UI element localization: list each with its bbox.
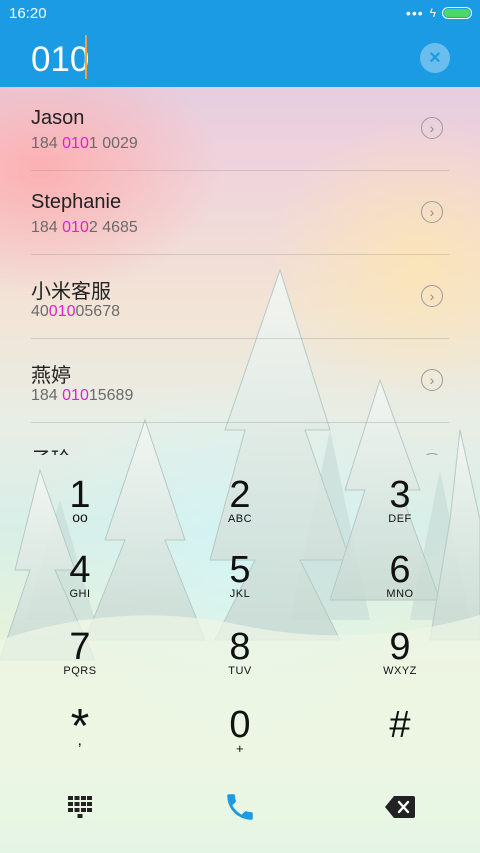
search-results-list: Jason 184 0101 0029 › Stephanie 184 0102… [0,87,480,455]
signal-dots-icon: ••• [405,5,424,21]
result-row-ziling[interactable]: 子玲 › [0,423,480,455]
status-time: 16:20 [9,5,47,22]
contact-name: Jason [31,107,85,129]
backspace-icon [385,796,415,818]
dial-key-1[interactable]: 1 ᴏᴏ [10,475,150,545]
phone-icon [227,794,253,820]
dial-key-5[interactable]: 5 JKL [170,550,310,620]
contact-number: 184 01015689 [31,387,134,404]
clear-input-button[interactable]: × [420,43,450,73]
backspace-button[interactable] [375,787,425,827]
result-row-xiaomi-service[interactable]: 小米客服 4001005678 › [0,255,480,339]
dial-key-8[interactable]: 8 TUV [170,627,310,697]
dialpad-toggle-button[interactable] [55,785,105,829]
dial-key-3[interactable]: 3 DEF [330,475,470,545]
dial-key-6[interactable]: 6 MNO [330,550,470,620]
contact-name: Stephanie [31,191,122,213]
result-row-jason[interactable]: Jason 184 0101 0029 › [0,87,480,171]
dial-key-hash[interactable]: # [330,705,470,775]
contact-name: 小米客服 [31,281,111,303]
call-button[interactable] [215,782,265,832]
contact-number: 184 0101 0029 [31,135,138,152]
result-row-yanting[interactable]: 燕婷 184 01015689 › [0,339,480,423]
number-match-highlight: 010 [62,219,89,236]
dial-key-0[interactable]: 0 + [170,705,310,775]
charging-icon: ϟ [429,6,436,20]
contact-name: 燕婷 [31,365,71,387]
number-match-highlight: 010 [48,303,76,320]
chevron-right-icon[interactable]: › [421,201,443,223]
chevron-right-icon[interactable]: › [421,117,443,139]
dialpad-grid-icon [68,796,92,818]
chevron-right-icon[interactable]: › [421,285,443,307]
dial-key-star[interactable]: * , [10,703,150,775]
contact-number: 4001005678 [31,303,120,320]
dial-key-9[interactable]: 9 WXYZ [330,627,470,697]
chevron-right-icon[interactable]: › [421,369,443,391]
text-cursor [85,35,87,79]
contact-name: 子玲 [31,443,71,455]
dial-key-2[interactable]: 2 ABC [170,475,310,545]
result-row-stephanie[interactable]: Stephanie 184 0102 4685 › [0,171,480,255]
voicemail-icon: ᴏᴏ [72,509,88,525]
contact-number: 184 0102 4685 [31,219,138,236]
status-icons: ••• ϟ [406,5,472,21]
number-match-highlight: 010 [62,387,89,404]
close-icon: × [429,47,441,69]
dial-input[interactable]: 010 [31,38,89,82]
dial-key-7[interactable]: 7 PQRS [10,627,150,697]
battery-icon [442,7,472,19]
search-header: 16:20 ••• ϟ 010 × [0,0,480,87]
number-match-highlight: 010 [62,135,89,152]
chevron-right-icon[interactable]: › [421,453,443,455]
dial-key-4[interactable]: 4 GHI [10,550,150,620]
